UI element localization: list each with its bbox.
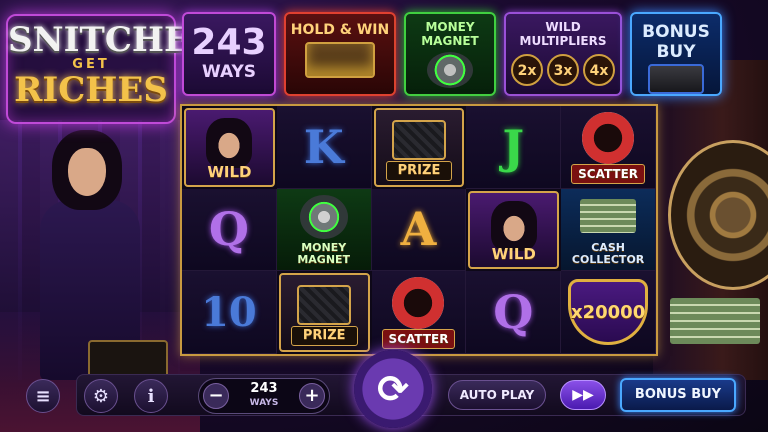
symbol-label: WILD [491, 245, 536, 264]
gear-icon: ⚙ [92, 385, 110, 407]
symbol-label: PRIZE [290, 325, 358, 346]
symbol-label: CASH COLLECTOR [571, 241, 645, 267]
hold-win-badge: HOLD & WIN [284, 12, 396, 96]
symbol-label: WILD [207, 162, 252, 181]
symbol-wild: WILD [184, 108, 275, 187]
briefcase-icon [297, 285, 352, 326]
symbol-cash-collector: CASH COLLECTOR [561, 188, 656, 272]
bonus-buy-badge[interactable]: BONUS BUY [630, 12, 722, 96]
logo-line-1: SNITCHES [8, 20, 215, 60]
reel-grid: WILD K PRIZE J SCATTER Q MONEY MAGNET A … [180, 104, 658, 356]
symbol-multiplier: x20000 [561, 271, 656, 354]
wild-multipliers-badge: WILD MULTIPLIERS 2x 3x 4x [504, 12, 622, 96]
symbol-letter: A [400, 202, 437, 257]
feature-badges: 243 WAYS HOLD & WIN MONEY MAGNET WILD MU… [182, 12, 722, 98]
game-logo: SNITCHES GET RICHES [6, 14, 215, 124]
spin-icon: ⟳ [377, 367, 409, 411]
cash-stack-image [670, 298, 760, 344]
symbol-letter: K [303, 119, 344, 174]
symbol-q: Q [182, 188, 277, 272]
multiplier-2x: 2x [511, 54, 543, 86]
symbol-q: Q [466, 271, 562, 354]
bet-display: 243 WAYS [233, 382, 295, 410]
symbol-label: x20000 [570, 301, 646, 323]
control-bar: ≡ ⚙ i − 243 WAYS + ⟳ AUTO PLAY ▶▶ BONUS … [0, 350, 768, 428]
vault-icon [427, 52, 473, 88]
spin-button[interactable]: ⟳ [354, 350, 432, 428]
settings-button[interactable]: ⚙ [84, 379, 118, 413]
ways-badge: 243 WAYS [182, 12, 276, 96]
multiplier-3x: 3x [547, 54, 579, 86]
poker-chip-icon [582, 112, 635, 164]
briefcase-icon [391, 120, 446, 160]
woman-portrait-icon [490, 200, 537, 251]
symbol-label: MONEY MAGNET [297, 241, 351, 267]
symbol-10: 10 [182, 271, 277, 354]
menu-icon: ≡ [35, 385, 51, 407]
money-magnet-label: MONEY MAGNET [421, 20, 479, 48]
bet-decrease-button[interactable]: − [203, 383, 229, 409]
auto-play-button[interactable]: AUTO PLAY [448, 380, 546, 410]
symbol-letter: 10 [201, 288, 257, 336]
wild-multipliers-label: WILD MULTIPLIERS [519, 20, 607, 48]
fast-forward-icon: ▶▶ [572, 387, 594, 403]
logo-line-3: RICHES [14, 70, 168, 110]
symbol-prize: PRIZE [373, 108, 465, 187]
symbol-label: PRIZE [385, 160, 453, 181]
menu-button[interactable]: ≡ [26, 379, 60, 413]
symbol-scatter: SCATTER [371, 271, 467, 354]
ways-number: 243 [191, 22, 267, 63]
symbol-letter: J [502, 119, 525, 174]
bet-increase-button[interactable]: + [299, 383, 325, 409]
symbol-j: J [466, 106, 562, 189]
symbol-letter: Q [208, 202, 249, 257]
symbol-money-magnet: MONEY MAGNET [276, 188, 372, 272]
ways-unit: WAYS [201, 62, 257, 82]
info-icon: i [147, 385, 155, 407]
shield-icon: x20000 [568, 279, 649, 346]
hold-win-label: HOLD & WIN [290, 22, 390, 38]
symbol-label: SCATTER [381, 328, 456, 349]
woman-portrait-icon [206, 118, 253, 168]
bet-selector: − 243 WAYS + [198, 378, 330, 414]
cash-stack-icon [580, 198, 637, 233]
symbol-scatter: SCATTER [561, 106, 656, 189]
bet-value: 243 [250, 381, 278, 396]
symbol-k: K [276, 106, 372, 189]
briefcase-icon [648, 64, 704, 94]
turbo-button[interactable]: ▶▶ [560, 380, 606, 410]
symbol-letter: Q [493, 285, 534, 340]
money-magnet-badge: MONEY MAGNET [404, 12, 496, 96]
bet-unit: WAYS [249, 398, 279, 408]
info-button[interactable]: i [134, 379, 168, 413]
symbol-prize: PRIZE [278, 273, 370, 352]
bonus-buy-button[interactable]: BONUS BUY [620, 378, 736, 412]
vault-icon [299, 194, 348, 239]
poker-chip-icon [392, 277, 445, 330]
symbol-label: SCATTER [571, 163, 645, 184]
bonus-buy-badge-label: BONUS BUY [642, 22, 710, 62]
multiplier-4x: 4x [583, 54, 615, 86]
symbol-wild: WILD [468, 190, 560, 270]
treasure-chest-icon [305, 42, 375, 78]
symbol-a: A [371, 188, 467, 272]
character-illustration [30, 130, 168, 380]
